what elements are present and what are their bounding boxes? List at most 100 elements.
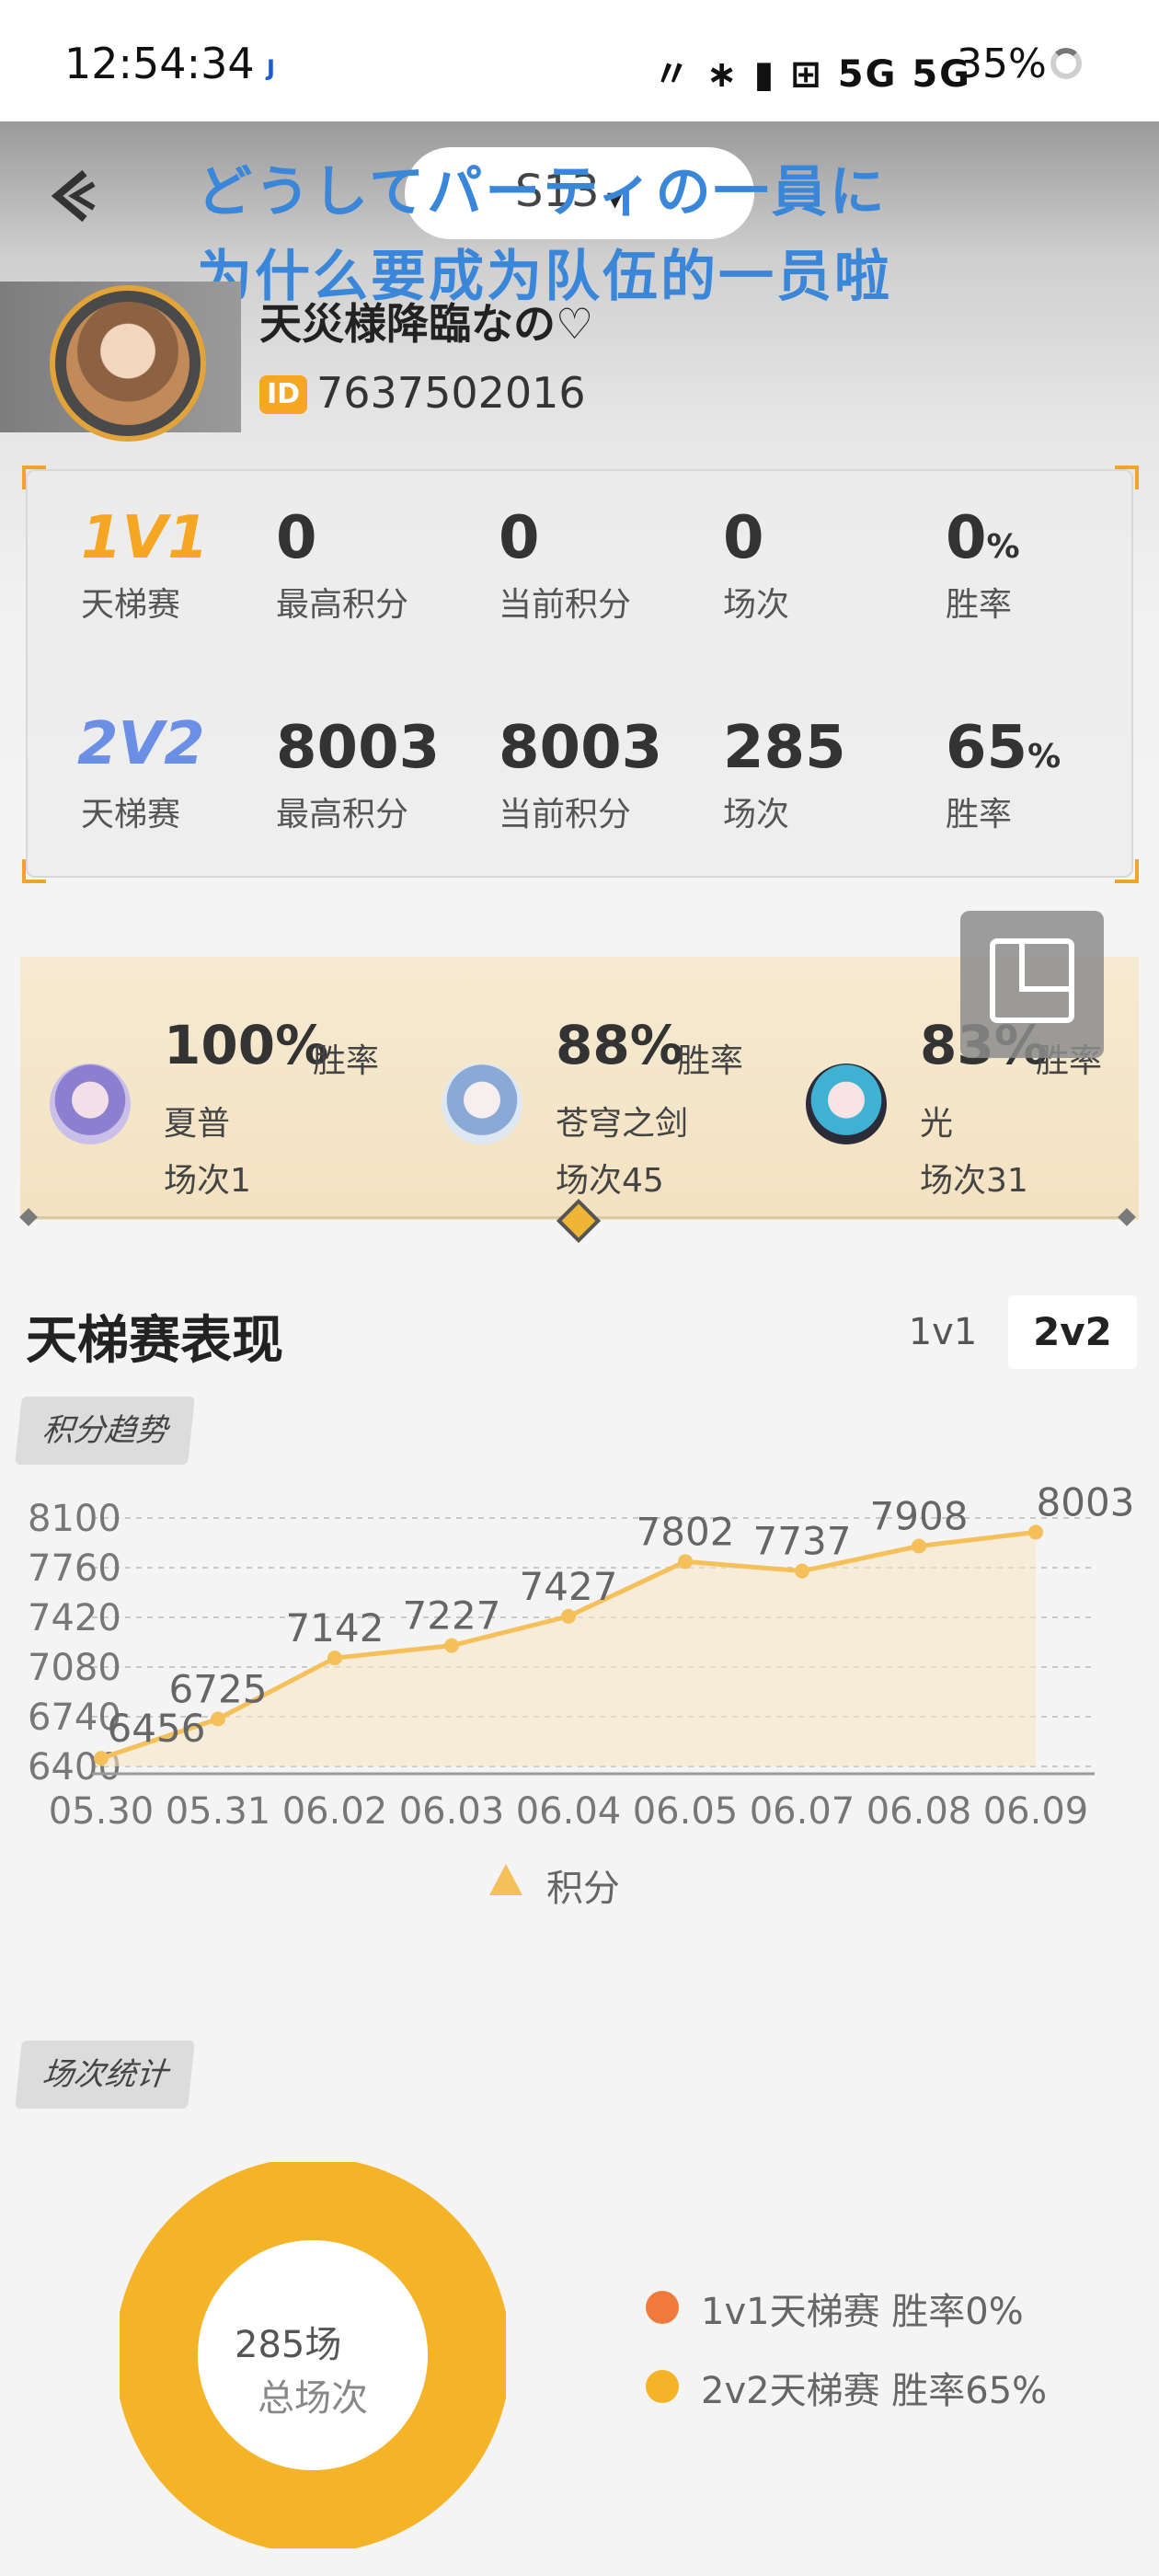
back-button[interactable] xyxy=(46,164,101,228)
data-point xyxy=(1028,1524,1043,1540)
y-tick-label: 8100 xyxy=(28,1498,121,1540)
hero-win-rate: 100% xyxy=(164,1014,329,1076)
data-label: 7227 xyxy=(403,1593,501,1639)
section-title: 天梯赛表现 xyxy=(26,1311,283,1371)
max-score-2v2: 8003 xyxy=(276,714,441,782)
hero-matches: 场次45 xyxy=(556,1162,664,1200)
avatar-image xyxy=(66,302,189,425)
hero-avatar[interactable] xyxy=(442,1064,522,1144)
legend-label: 1v1天梯赛 胜率0% xyxy=(701,2291,1024,2333)
data-label: 7142 xyxy=(286,1605,384,1650)
card-corner-ornament xyxy=(22,466,46,489)
card-corner-ornament xyxy=(1115,859,1139,883)
legend-label: 2v2天梯赛 胜率65% xyxy=(701,2370,1048,2412)
battery-icon xyxy=(1050,48,1082,79)
app-notification-icon: J xyxy=(267,55,275,81)
current-score-label: 当前积分 xyxy=(499,796,632,834)
x-tick-label: 06.04 xyxy=(516,1790,622,1833)
data-point xyxy=(795,1563,809,1579)
hero-win-rate: 88% xyxy=(556,1014,683,1076)
data-point xyxy=(561,1608,576,1624)
tab-2v2[interactable]: 2v2 xyxy=(1008,1295,1137,1369)
hero-win-rate-label: 胜率 xyxy=(313,1042,380,1080)
data-label: 7737 xyxy=(753,1519,852,1564)
id-badge-icon: ID xyxy=(259,375,307,414)
mode-title-1v1: 1V1 xyxy=(81,504,209,572)
player-id: 7637502016 xyxy=(316,368,586,418)
mode-label: 天梯赛 xyxy=(81,796,181,834)
data-point xyxy=(327,1650,342,1666)
x-tick-label: 06.08 xyxy=(866,1790,972,1833)
donut-center-value: 285场 xyxy=(235,2324,342,2366)
window-resize-icon-inner xyxy=(1019,938,1074,992)
score-trend-chart: 81007760742070806740640005.30 05.31 06.02 0… xyxy=(28,1479,1135,1833)
hero-matches: 场次31 xyxy=(920,1162,1028,1200)
hero-avatar[interactable] xyxy=(50,1064,131,1144)
hero-avatar[interactable] xyxy=(806,1064,887,1144)
matches-2v2: 285 xyxy=(723,714,846,782)
y-tick-label: 6400 xyxy=(28,1746,121,1788)
donut-center-label: 总场次 xyxy=(258,2377,368,2420)
battery-level: 35% xyxy=(957,40,1047,87)
max-score-1v1: 0 xyxy=(276,504,317,572)
y-tick-label: 7420 xyxy=(28,1597,121,1639)
y-tick-label: 7080 xyxy=(28,1647,121,1689)
legend-label: 积分 xyxy=(546,1868,620,1910)
status-time: 12:54:34 xyxy=(64,39,255,88)
x-tick-label: 06.03 xyxy=(399,1790,505,1833)
matches-1v1: 0 xyxy=(723,504,764,572)
max-score-label: 最高积分 xyxy=(276,586,409,624)
score-trend-chip: 积分趋势 xyxy=(15,1397,195,1465)
legend-dot xyxy=(646,2291,679,2324)
card-corner-ornament xyxy=(1115,466,1139,489)
data-label: 6456 xyxy=(108,1706,206,1751)
data-point xyxy=(94,1751,109,1766)
data-label: 7427 xyxy=(520,1564,618,1609)
data-label: 7908 xyxy=(870,1493,969,1538)
data-point xyxy=(211,1711,225,1727)
player-name: 天災様降臨なの♡ xyxy=(259,299,594,349)
mode-title-2v2: 2V2 xyxy=(77,710,205,778)
win-rate-label: 胜率 xyxy=(946,796,1013,834)
data-label: 6725 xyxy=(169,1666,268,1711)
overlay-caption-line-1: どうしてパーティの一員に xyxy=(197,160,888,224)
win-rate-label: 胜率 xyxy=(946,586,1013,624)
data-point xyxy=(444,1638,459,1653)
hero-name: 夏普 xyxy=(164,1105,231,1143)
x-tick-label: 06.09 xyxy=(983,1790,1089,1833)
hero-name: 苍穹之剑 xyxy=(556,1105,689,1143)
x-tick-label: 05.30 xyxy=(49,1790,155,1833)
matches-label: 场次 xyxy=(723,586,790,624)
data-point xyxy=(678,1554,693,1570)
network-status-icons: 〃 ∗ ▮ ⊞ 5G 5G xyxy=(653,53,971,96)
chevron-left-icon xyxy=(51,169,96,223)
data-label: 7802 xyxy=(637,1509,735,1554)
legend-triangle-icon xyxy=(489,1864,522,1895)
current-score-2v2: 8003 xyxy=(499,714,663,782)
current-score-label: 当前积分 xyxy=(499,586,632,624)
y-tick-label: 7760 xyxy=(28,1547,121,1590)
win-rate-1v1: 0% xyxy=(946,504,1020,572)
win-rate-value: 65 xyxy=(946,714,1028,782)
mode-label: 天梯赛 xyxy=(81,586,181,624)
x-tick-label: 06.05 xyxy=(633,1790,739,1833)
hero-matches: 场次1 xyxy=(164,1162,251,1200)
card-corner-ornament xyxy=(22,859,46,883)
x-tick-label: 05.31 xyxy=(166,1790,271,1833)
win-rate-unit: % xyxy=(986,528,1020,566)
win-rate-unit: % xyxy=(1027,738,1061,776)
current-score-1v1: 0 xyxy=(499,504,540,572)
data-point xyxy=(912,1538,926,1554)
x-tick-label: 06.02 xyxy=(282,1790,388,1833)
hero-win-rate-label: 胜率 xyxy=(677,1042,744,1080)
max-score-label: 最高积分 xyxy=(276,796,409,834)
x-tick-label: 06.07 xyxy=(750,1790,855,1833)
hero-name: 光 xyxy=(920,1105,954,1143)
data-label: 8003 xyxy=(1037,1479,1135,1524)
win-rate-2v2: 65% xyxy=(946,714,1061,782)
match-stats-chip: 场次统计 xyxy=(15,2041,195,2109)
legend-dot xyxy=(646,2370,679,2403)
win-rate-value: 0 xyxy=(946,504,987,572)
matches-label: 场次 xyxy=(723,796,790,834)
tab-1v1[interactable]: 1v1 xyxy=(883,1297,1003,1367)
